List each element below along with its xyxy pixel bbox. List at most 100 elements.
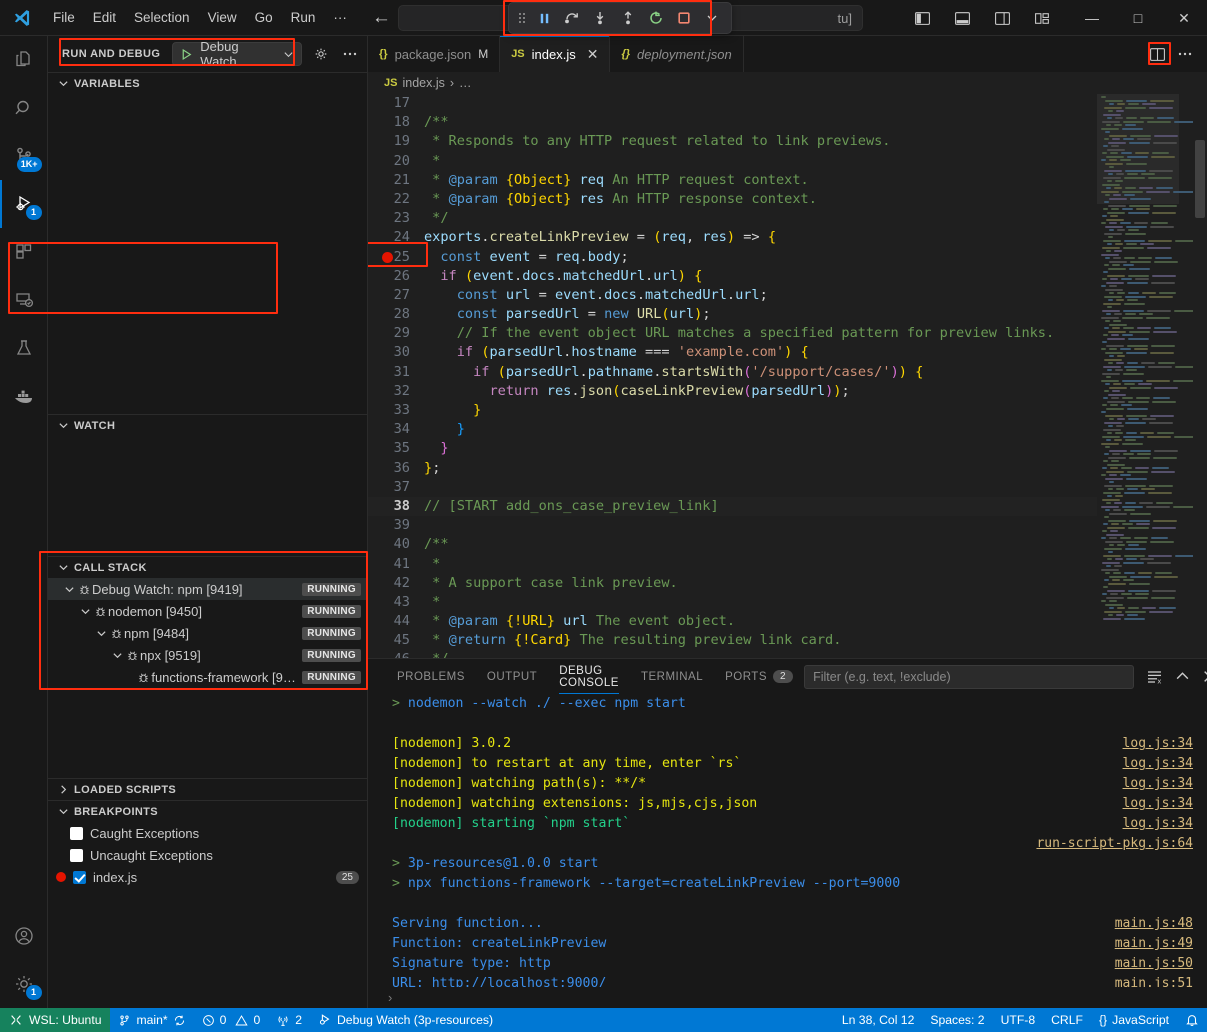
chevron-up-icon[interactable] — [1175, 669, 1190, 684]
debug-toolbar[interactable] — [508, 2, 732, 34]
sidebar-more-actions-icon[interactable] — [340, 43, 362, 65]
editor-tab-deployment-json[interactable]: {}deployment.json — [610, 36, 743, 72]
close-panel-icon[interactable] — [1202, 669, 1207, 684]
breadcrumb-tail[interactable]: … — [459, 76, 472, 90]
console-source-link[interactable]: main.js:51 — [1115, 974, 1193, 987]
call-stack-row[interactable]: functions-framework [954…RUNNING — [48, 666, 367, 688]
code-line[interactable]: 31 if (parsedUrl.pathname.startsWith('/s… — [368, 363, 1097, 382]
status-notifications[interactable] — [1177, 1008, 1207, 1032]
code-line[interactable]: 22 * @param {Object} res An HTTP respons… — [368, 190, 1097, 209]
code-area[interactable]: 1718/**19 * Responds to any HTTP request… — [368, 94, 1097, 658]
breakpoint-row[interactable]: Uncaught Exceptions — [48, 844, 367, 866]
console-source-link[interactable]: main.js:50 — [1115, 954, 1193, 974]
sync-icon[interactable] — [173, 1014, 186, 1027]
status-language-mode[interactable]: {} JavaScript — [1091, 1008, 1177, 1032]
minimap[interactable] — [1097, 94, 1193, 658]
restart-button[interactable] — [643, 6, 669, 30]
call-stack-row[interactable]: npx [9519]RUNNING — [48, 644, 367, 666]
code-line[interactable]: 17 — [368, 94, 1097, 113]
chevron-down-icon[interactable] — [62, 584, 76, 595]
launch-configuration-selector[interactable]: Debug Watch — [172, 42, 302, 66]
activity-item-run-and-debug[interactable]: 1 — [0, 180, 48, 228]
tab-close-icon[interactable]: ✕ — [587, 47, 599, 61]
activity-item-accounts[interactable] — [0, 912, 48, 960]
call-stack-row[interactable]: nodemon [9450]RUNNING — [48, 600, 367, 622]
activity-item-source-control[interactable]: 1K+ — [0, 132, 48, 180]
maximize-button[interactable]: □ — [1115, 0, 1161, 36]
code-line[interactable]: 39 — [368, 516, 1097, 535]
step-into-button[interactable] — [587, 6, 613, 30]
open-launch-json-gear-icon[interactable] — [310, 43, 332, 65]
code-line[interactable]: 20 * — [368, 152, 1097, 171]
status-encoding[interactable]: UTF-8 — [993, 1008, 1044, 1032]
code-line[interactable]: 32 return res.json(caseLinkPreview(parse… — [368, 382, 1097, 401]
menu-file[interactable]: File — [44, 6, 84, 29]
debug-toolbar-more-icon[interactable] — [699, 6, 725, 30]
editor-scrollbar[interactable] — [1193, 94, 1207, 658]
status-cursor-position[interactable]: Ln 38, Col 12 — [834, 1008, 923, 1032]
status-ports[interactable]: 2 — [268, 1008, 310, 1032]
activity-item-search[interactable] — [0, 84, 48, 132]
status-branch[interactable]: main* — [110, 1008, 193, 1032]
breakpoint-checkbox[interactable] — [70, 827, 83, 840]
activity-item-docker[interactable] — [0, 372, 48, 420]
code-line[interactable]: 43 * — [368, 593, 1097, 612]
debug-console-output[interactable]: > nodemon --watch ./ --exec npm start[no… — [368, 694, 1207, 987]
console-source-link[interactable]: log.js:34 — [1123, 774, 1193, 794]
status-indentation[interactable]: Spaces: 2 — [922, 1008, 992, 1032]
code-line[interactable]: 41 * — [368, 555, 1097, 574]
status-debug-session[interactable]: Debug Watch (3p-resources) — [310, 1008, 501, 1032]
split-editor-icon[interactable] — [1149, 46, 1166, 63]
code-line[interactable]: 25 const event = req.body; — [368, 248, 1097, 267]
step-out-button[interactable] — [615, 6, 641, 30]
menu-view[interactable]: View — [199, 6, 246, 29]
panel-tab-debug-console[interactable]: DEBUG CONSOLE — [548, 659, 630, 694]
menu-selection[interactable]: Selection — [125, 6, 199, 29]
code-line[interactable]: 27 const url = event.docs.matchedUrl.url… — [368, 286, 1097, 305]
activity-item-remote-explorer[interactable] — [0, 276, 48, 324]
debug-console-input[interactable]: › — [368, 987, 1207, 1008]
customize-layout-icon[interactable] — [1025, 2, 1059, 34]
code-line[interactable]: 42 * A support case link preview. — [368, 574, 1097, 593]
clear-console-icon[interactable]: x — [1146, 668, 1163, 685]
status-problems[interactable]: 0 0 — [194, 1008, 269, 1032]
console-source-link[interactable]: log.js:34 — [1123, 814, 1193, 834]
panel-tab-output[interactable]: OUTPUT — [476, 659, 548, 694]
minimize-button[interactable]: — — [1069, 0, 1115, 36]
close-button[interactable]: ✕ — [1161, 0, 1207, 36]
menu-run[interactable]: Run — [282, 6, 325, 29]
breakpoint-checkbox[interactable] — [70, 849, 83, 862]
editor-scrollbar-thumb[interactable] — [1195, 140, 1205, 218]
panel-tab-terminal[interactable]: TERMINAL — [630, 659, 714, 694]
section-header-watch[interactable]: WATCH — [48, 414, 367, 436]
code-line[interactable]: 45 * @return {!Card} The resulting previ… — [368, 631, 1097, 650]
debug-toolbar-drag-handle[interactable] — [515, 6, 529, 30]
code-line[interactable]: 34 } — [368, 420, 1097, 439]
menu-go[interactable]: Go — [246, 6, 282, 29]
code-line[interactable]: 24exports.createLinkPreview = (req, res)… — [368, 228, 1097, 247]
code-line[interactable]: 33 } — [368, 401, 1097, 420]
editor-tab-index-js[interactable]: JSindex.js✕ — [500, 36, 610, 72]
menu-edit[interactable]: Edit — [84, 6, 125, 29]
section-header-callstack[interactable]: CALL STACK — [48, 556, 367, 578]
status-remote-indicator[interactable]: WSL: Ubuntu — [0, 1008, 110, 1032]
toggle-panel-icon[interactable] — [945, 2, 979, 34]
step-over-button[interactable] — [559, 6, 585, 30]
breadcrumb-file[interactable]: index.js — [402, 76, 444, 90]
code-line[interactable]: 44 * @param {!URL} url The event object. — [368, 612, 1097, 631]
code-line[interactable]: 29 // If the event object URL matches a … — [368, 324, 1097, 343]
code-line[interactable]: 37 — [368, 478, 1097, 497]
chevron-down-icon[interactable] — [78, 606, 92, 617]
panel-tab-ports[interactable]: PORTS2 — [714, 659, 804, 694]
chevron-down-icon[interactable] — [283, 49, 294, 60]
section-header-breakpoints[interactable]: BREAKPOINTS — [48, 800, 367, 822]
play-icon[interactable] — [180, 48, 193, 61]
editor-tab-package-json[interactable]: {}package.jsonM — [368, 36, 500, 72]
activity-item-manage[interactable]: 1 — [0, 960, 48, 1008]
breakpoint-row[interactable]: index.js25 — [48, 866, 367, 888]
code-line[interactable]: 18/** — [368, 113, 1097, 132]
console-source-link[interactable]: log.js:34 — [1123, 794, 1193, 814]
section-header-loaded-scripts[interactable]: LOADED SCRIPTS — [48, 778, 367, 800]
code-line[interactable]: 26 if (event.docs.matchedUrl.url) { — [368, 267, 1097, 286]
code-line[interactable]: 19 * Responds to any HTTP request relate… — [368, 132, 1097, 151]
